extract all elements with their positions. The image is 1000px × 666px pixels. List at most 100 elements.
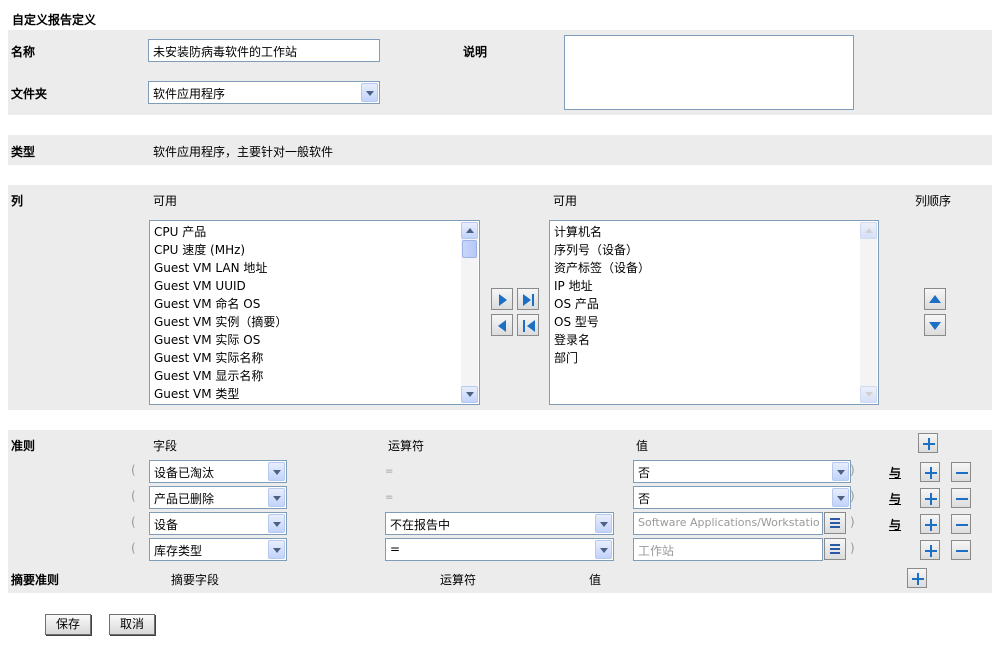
and-connector[interactable]: 与 (889, 464, 901, 481)
save-button[interactable]: 保存 (45, 614, 91, 635)
list-item[interactable]: OS 型号 (550, 313, 878, 331)
criteria-operator-select[interactable]: = (385, 538, 614, 561)
list-item[interactable]: 计算机名 (550, 223, 878, 241)
list-item[interactable]: Guest VM 实际名称 (150, 349, 479, 367)
remove-criteria-icon[interactable] (951, 514, 971, 534)
close-paren[interactable]: ) (850, 489, 855, 503)
chevron-down-icon[interactable] (268, 488, 285, 507)
selected-columns-header: 可用 (553, 194, 578, 208)
list-item[interactable]: OS 产品 (550, 295, 878, 313)
list-item[interactable]: Guest VM 类型 (150, 385, 479, 403)
criteria-field-select[interactable]: 库存类型 (149, 538, 287, 561)
cancel-button[interactable]: 取消 (109, 614, 155, 635)
open-paren[interactable]: ( (131, 489, 136, 503)
move-all-left-icon[interactable] (517, 314, 539, 336)
chevron-down-icon[interactable] (361, 83, 378, 102)
criteria-value-select[interactable]: 否 (633, 486, 851, 509)
open-paren[interactable]: ( (131, 463, 136, 477)
criteria-operator-header: 运算符 (388, 439, 425, 453)
scroll-down-icon[interactable] (461, 386, 478, 403)
chevron-down-icon[interactable] (595, 514, 612, 533)
move-right-icon[interactable] (491, 288, 513, 310)
name-label: 名称 (11, 45, 36, 59)
criteria-field-value: 库存类型 (154, 544, 203, 558)
chevron-down-icon[interactable] (832, 462, 849, 481)
selected-columns-list[interactable]: 计算机名 序列号（设备） 资产标签（设备） IP 地址 OS 产品 OS 型号 … (549, 220, 879, 405)
list-picker-icon[interactable] (824, 512, 846, 534)
column-order-header: 列顺序 (915, 194, 952, 208)
criteria-value-input[interactable]: Software Applications/Workstatio (633, 512, 823, 535)
move-all-right-icon[interactable] (517, 288, 539, 310)
criteria-field-value: 设备 (154, 518, 179, 532)
selected-list-scrollbar[interactable] (860, 222, 877, 403)
open-paren[interactable]: ( (131, 541, 136, 555)
list-item[interactable]: CPU 速度 (MHz) (150, 241, 479, 259)
list-item[interactable]: IP 地址 (550, 277, 878, 295)
list-item[interactable]: Guest VM 显示名称 (150, 367, 479, 385)
available-columns-list[interactable]: CPU 产品 CPU 速度 (MHz) Guest VM LAN 地址 Gues… (149, 220, 480, 405)
criteria-value-header: 值 (636, 439, 649, 453)
remove-criteria-icon[interactable] (951, 462, 971, 482)
and-connector[interactable]: 与 (889, 516, 901, 533)
close-paren[interactable]: ) (850, 463, 855, 477)
close-paren[interactable]: ) (850, 515, 855, 529)
criteria-field-value: 设备已淘汰 (154, 466, 215, 480)
chevron-down-icon[interactable] (268, 462, 285, 481)
list-item[interactable]: Guest VM LAN 地址 (150, 259, 479, 277)
description-textarea[interactable] (564, 35, 854, 110)
summary-value-header: 值 (589, 573, 602, 587)
list-item[interactable]: 序列号（设备） (550, 241, 878, 259)
criteria-field-select[interactable]: 产品已删除 (149, 486, 287, 509)
list-item[interactable]: Guest VM UUID (150, 277, 479, 295)
criteria-label: 准则 (11, 439, 36, 453)
chevron-down-icon[interactable] (832, 488, 849, 507)
scroll-up-icon[interactable] (860, 222, 877, 239)
criteria-operator-text: = (385, 466, 394, 477)
chevron-down-icon[interactable] (595, 540, 612, 559)
move-left-icon[interactable] (491, 314, 513, 336)
remove-criteria-icon[interactable] (951, 540, 971, 560)
move-up-icon[interactable] (924, 288, 946, 310)
criteria-field-select[interactable]: 设备 (149, 512, 287, 535)
criteria-value: 否 (638, 492, 651, 506)
list-item[interactable]: 部门 (550, 349, 878, 367)
list-item[interactable]: Guest VM 实例（摘要） (150, 313, 479, 331)
columns-label: 列 (11, 194, 24, 208)
chevron-down-icon[interactable] (268, 514, 285, 533)
add-criteria-icon[interactable] (920, 540, 940, 560)
summary-operator-header: 运算符 (440, 573, 477, 587)
scroll-up-icon[interactable] (461, 222, 478, 239)
move-down-icon[interactable] (924, 314, 946, 336)
list-item[interactable]: Guest VM 实际 OS (150, 331, 479, 349)
close-paren[interactable]: ) (850, 541, 855, 555)
folder-select[interactable]: 软件应用程序 (148, 81, 380, 104)
scroll-thumb[interactable] (462, 240, 477, 258)
criteria-value-input[interactable]: 工作站 (633, 538, 823, 561)
add-criteria-icon[interactable] (920, 462, 940, 482)
add-criteria-group-icon[interactable] (918, 433, 938, 453)
list-item[interactable]: 资产标签（设备） (550, 259, 878, 277)
criteria-operator-text: = (385, 492, 394, 503)
and-connector[interactable]: 与 (889, 490, 901, 507)
available-list-scrollbar[interactable] (461, 222, 478, 403)
list-item[interactable]: Guest VM 命名 OS (150, 295, 479, 313)
name-input[interactable]: 未安装防病毒软件的工作站 (148, 39, 380, 62)
criteria-operator-select[interactable]: 不在报告中 (385, 512, 614, 535)
type-value: 软件应用程序，主要针对一般软件 (153, 145, 334, 159)
criteria-operator-value: = (390, 542, 401, 556)
remove-criteria-icon[interactable] (951, 488, 971, 508)
criteria-field-value: 产品已删除 (154, 492, 215, 506)
add-summary-criteria-icon[interactable] (907, 568, 927, 588)
type-label: 类型 (11, 145, 36, 159)
add-criteria-icon[interactable] (920, 514, 940, 534)
available-columns-header: 可用 (153, 194, 178, 208)
criteria-field-select[interactable]: 设备已淘汰 (149, 460, 287, 483)
criteria-value-select[interactable]: 否 (633, 460, 851, 483)
chevron-down-icon[interactable] (268, 540, 285, 559)
list-item[interactable]: CPU 产品 (150, 223, 479, 241)
list-picker-icon[interactable] (824, 538, 846, 560)
list-item[interactable]: 登录名 (550, 331, 878, 349)
scroll-down-icon[interactable] (860, 386, 877, 403)
open-paren[interactable]: ( (131, 515, 136, 529)
add-criteria-icon[interactable] (920, 488, 940, 508)
